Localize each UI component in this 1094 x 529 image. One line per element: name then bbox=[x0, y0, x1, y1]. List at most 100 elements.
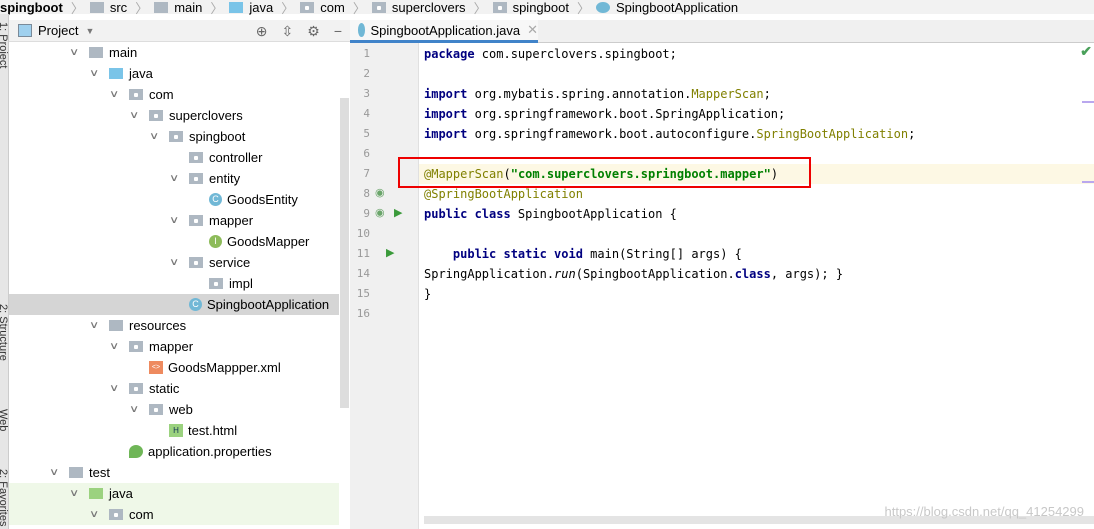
chevron-down-icon[interactable]: ∨ bbox=[129, 110, 143, 121]
chevron-down-icon[interactable]: ∨ bbox=[89, 320, 103, 331]
folder-icon bbox=[154, 1, 169, 13]
tree-item[interactable]: ∨ spingboot bbox=[9, 126, 339, 147]
tool-window-button[interactable]: 1: Project bbox=[0, 22, 9, 68]
tree-item[interactable]: impl bbox=[9, 273, 339, 294]
project-panel-header: Project ▼ ⊕ ⇳ ⚙ − bbox=[9, 20, 350, 42]
spring-bean-icon[interactable]: ◉ bbox=[375, 186, 385, 199]
code-editor[interactable]: 1 2 3 4 5 6 7 8 9 10 11 14 15 16 ◉ ◉ ▶ ▶ package com.supe… bbox=[350, 43, 1094, 529]
package-icon bbox=[109, 509, 123, 520]
spring-bean-icon[interactable]: ◉ bbox=[375, 206, 385, 219]
tool-window-button[interactable]: 2: Structure bbox=[0, 304, 9, 361]
code-line[interactable]: import org.mybatis.spring.annotation.Map… bbox=[424, 84, 1084, 104]
tree-item[interactable]: ∨ com bbox=[9, 504, 339, 525]
tree-item[interactable]: ∨ com bbox=[9, 84, 339, 105]
spring-class-icon: C bbox=[189, 298, 202, 311]
tree-item[interactable]: controller bbox=[9, 147, 339, 168]
tree-item[interactable]: I GoodsMapper bbox=[9, 231, 339, 252]
locate-icon[interactable]: ⊕ bbox=[256, 23, 268, 40]
tree-item[interactable]: C SpingbootApplication bbox=[9, 294, 339, 315]
tool-window-button[interactable]: Web bbox=[0, 409, 9, 431]
tree-item[interactable]: C GoodsEntity bbox=[9, 189, 339, 210]
chevron-down-icon[interactable]: ∨ bbox=[89, 509, 103, 520]
chevron-down-icon[interactable]: ∨ bbox=[149, 131, 163, 142]
tree-item[interactable]: ∨ java bbox=[9, 63, 339, 84]
package-icon bbox=[129, 341, 143, 352]
tree-item[interactable]: ∨ java bbox=[9, 483, 339, 504]
error-stripe-mark[interactable] bbox=[1082, 181, 1094, 183]
line-number: 16 bbox=[356, 307, 370, 320]
tree-item[interactable]: ∨ mapper bbox=[9, 210, 339, 231]
tree-item[interactable]: ∨ mapper bbox=[9, 336, 339, 357]
tree-item[interactable]: Htest.html bbox=[9, 420, 339, 441]
tree-item-label: controller bbox=[209, 150, 263, 165]
breadcrumb-item[interactable]: com bbox=[300, 0, 345, 15]
minimize-icon[interactable]: − bbox=[334, 23, 342, 40]
folder-icon bbox=[89, 1, 104, 13]
breadcrumb-item[interactable]: java bbox=[229, 0, 273, 15]
tree-item[interactable]: ∨ web bbox=[9, 399, 339, 420]
collapse-icon[interactable]: ⇳ bbox=[282, 23, 294, 40]
folder-icon bbox=[371, 1, 386, 13]
code-line[interactable]: } bbox=[424, 284, 1084, 304]
breadcrumb-item[interactable]: spingboot bbox=[0, 0, 63, 15]
tree-item[interactable]: ∨ superclovers bbox=[9, 105, 339, 126]
code-line[interactable]: import org.springframework.boot.SpringAp… bbox=[424, 104, 1084, 124]
tree-item-label: GoodsMapper bbox=[227, 234, 310, 249]
check-icon: ✔ bbox=[1080, 43, 1092, 59]
package-icon bbox=[169, 131, 183, 142]
gear-icon[interactable]: ⚙ bbox=[307, 23, 320, 40]
chevron-down-icon[interactable]: ∨ bbox=[169, 257, 183, 268]
chevron-down-icon[interactable]: ∨ bbox=[69, 488, 83, 499]
code-line[interactable]: public static void main(String[] args) {… bbox=[424, 244, 1084, 284]
chevron-right-icon: 〉 bbox=[135, 0, 149, 16]
tree-item[interactable]: application.properties bbox=[9, 441, 339, 462]
code-line[interactable]: public class SpingbootApplication { bbox=[424, 204, 1084, 224]
tree-item-label: test.html bbox=[188, 423, 238, 438]
editor-tab[interactable]: SpingbootApplication.java ✕ bbox=[350, 20, 538, 43]
breadcrumb-item[interactable]: src bbox=[89, 0, 127, 15]
line-number: 8 bbox=[363, 187, 370, 200]
tree-scrollbar[interactable] bbox=[340, 98, 349, 408]
breadcrumb-item[interactable]: spingboot bbox=[492, 0, 569, 15]
run-icon[interactable]: ▶ bbox=[386, 246, 394, 259]
chevron-down-icon[interactable]: ∨ bbox=[109, 341, 123, 352]
chevron-down-icon[interactable]: ∨ bbox=[109, 383, 123, 394]
chevron-down-icon[interactable]: ∨ bbox=[129, 404, 143, 415]
chevron-down-icon[interactable]: ∨ bbox=[49, 467, 63, 478]
tree-item[interactable]: <> GoodsMappper.xml bbox=[9, 357, 339, 378]
close-icon[interactable]: ✕ bbox=[527, 22, 538, 38]
tree-item[interactable]: ∨ test bbox=[9, 462, 339, 483]
chevron-down-icon[interactable]: ∨ bbox=[69, 47, 83, 58]
run-icon[interactable]: ▶ bbox=[394, 206, 402, 219]
chevron-down-icon[interactable]: ∨ bbox=[109, 89, 123, 100]
tree-item[interactable]: ∨ entity bbox=[9, 168, 339, 189]
project-view-selector[interactable]: Project bbox=[38, 23, 78, 38]
tree-item[interactable]: ∨ service bbox=[9, 252, 339, 273]
tree-item[interactable]: ∨ static bbox=[9, 378, 339, 399]
chevron-down-icon[interactable]: ∨ bbox=[89, 68, 103, 79]
breadcrumb-label: spingboot bbox=[512, 0, 569, 15]
code-line[interactable]: import org.springframework.boot.autoconf… bbox=[424, 124, 1084, 144]
breadcrumb-label: SpingbootApplication bbox=[615, 0, 739, 15]
breadcrumb-item[interactable]: main bbox=[154, 0, 202, 15]
tool-window-strip: 1: Project 2: Structure Web 2: Favorites bbox=[0, 14, 9, 529]
tool-window-button[interactable]: 2: Favorites bbox=[0, 469, 9, 526]
chevron-down-icon[interactable]: ∨ bbox=[169, 173, 183, 184]
breadcrumb-item[interactable]: superclovers bbox=[371, 0, 466, 15]
tree-item-label: SpingbootApplication bbox=[207, 297, 330, 312]
tree-item[interactable]: ∨ main bbox=[9, 42, 339, 63]
line-number: 3 bbox=[363, 87, 370, 100]
line-number: 6 bbox=[363, 147, 370, 160]
chevron-down-icon[interactable]: ▼ bbox=[85, 26, 94, 36]
spring-class-icon bbox=[595, 1, 610, 13]
code-line[interactable]: package com.superclovers.spingboot; bbox=[424, 44, 1084, 64]
tree-item-label: application.properties bbox=[148, 444, 272, 459]
chevron-right-icon: 〉 bbox=[210, 0, 224, 16]
chevron-down-icon[interactable]: ∨ bbox=[169, 215, 183, 226]
tree-item-label: java bbox=[109, 486, 133, 501]
breadcrumb-item[interactable]: SpingbootApplication bbox=[595, 0, 739, 15]
package-icon bbox=[189, 257, 203, 268]
error-stripe-mark[interactable] bbox=[1082, 101, 1094, 103]
folder-icon bbox=[300, 1, 315, 13]
tree-item[interactable]: ∨ resources bbox=[9, 315, 339, 336]
